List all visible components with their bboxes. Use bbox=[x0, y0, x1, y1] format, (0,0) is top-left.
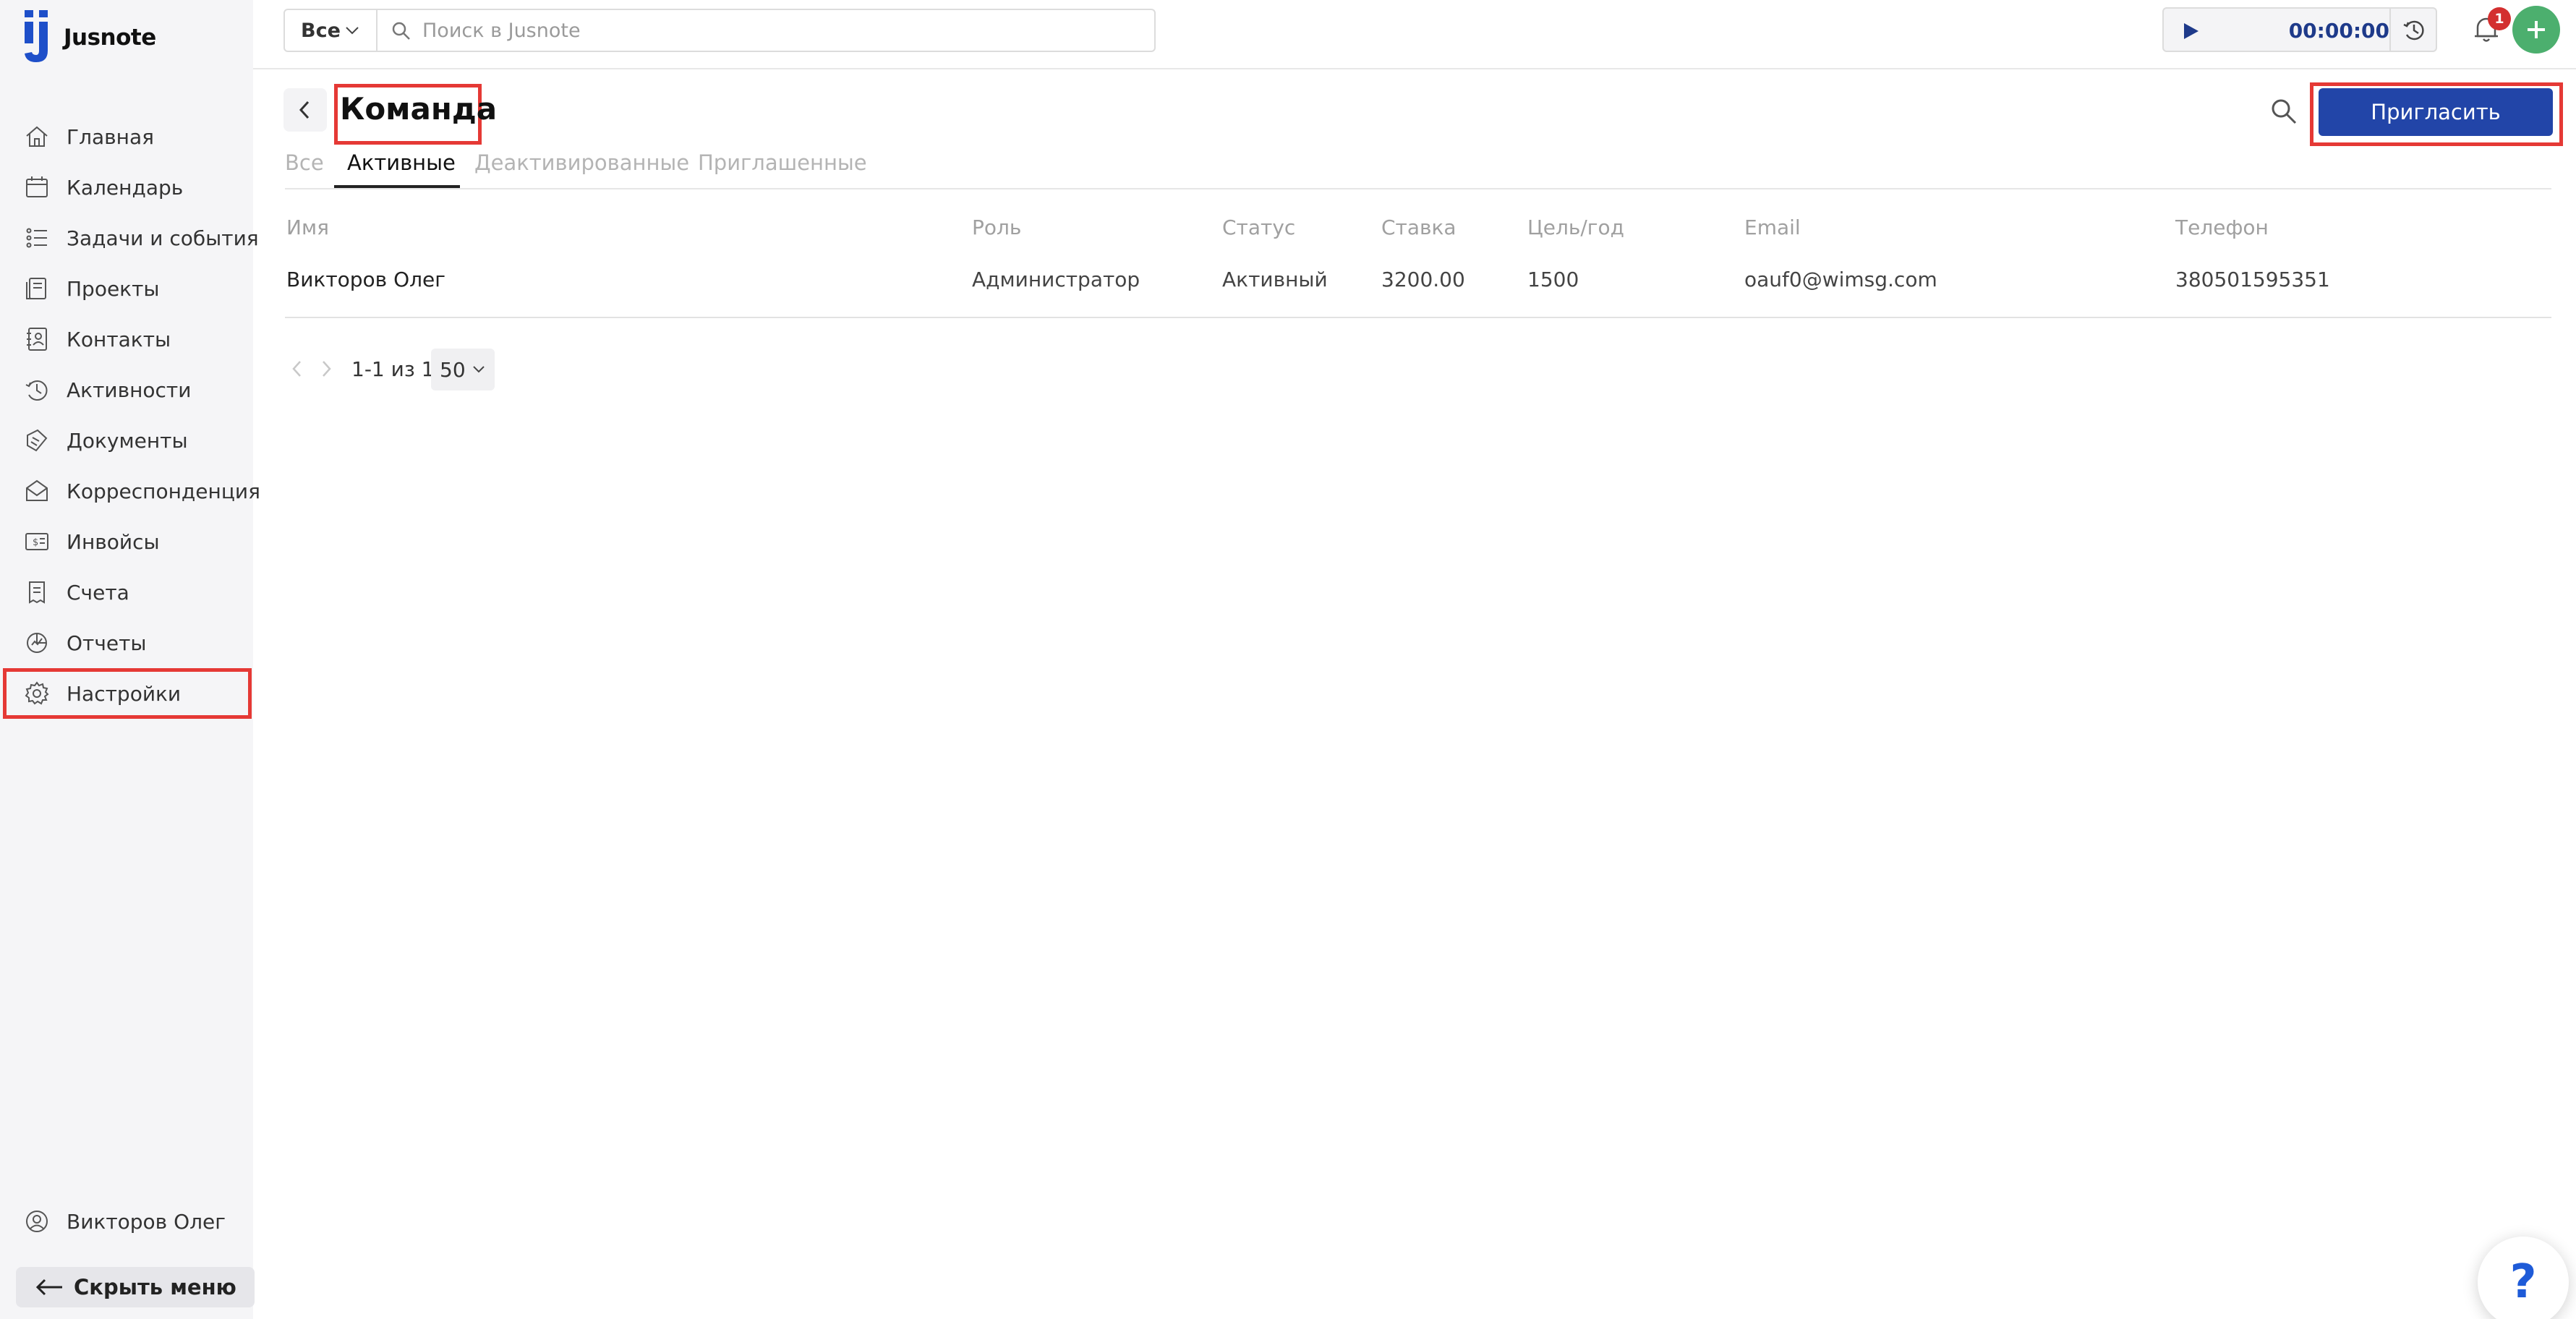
tab-invited[interactable]: Приглашенные bbox=[698, 150, 867, 188]
invite-button[interactable]: Пригласить bbox=[2319, 88, 2553, 136]
chevron-left-icon bbox=[299, 101, 310, 119]
prev-page-icon[interactable] bbox=[289, 359, 305, 379]
svg-text:$: $ bbox=[33, 537, 38, 548]
sidebar: Jusnote Главная Календарь Задачи и событ… bbox=[0, 0, 260, 1319]
next-page-icon[interactable] bbox=[318, 359, 334, 379]
topbar: Все 00:00:00 1 bbox=[253, 0, 2576, 69]
page-range: 1-1 из 1 bbox=[351, 357, 435, 381]
question-icon: ? bbox=[2509, 1255, 2537, 1309]
back-button[interactable] bbox=[283, 88, 327, 132]
invoice-icon: $ bbox=[23, 528, 51, 555]
hide-menu-button[interactable]: Скрыть меню bbox=[16, 1267, 255, 1307]
cell-status: Активный bbox=[1222, 268, 1328, 291]
column-header-email[interactable]: Email bbox=[1744, 215, 1801, 239]
documents-icon bbox=[23, 427, 51, 454]
gear-icon bbox=[23, 680, 51, 707]
global-search: Все bbox=[283, 9, 1156, 52]
cell-email: oauf0@wimsg.com bbox=[1744, 268, 1937, 291]
column-header-rate[interactable]: Ставка bbox=[1381, 215, 1457, 239]
sidebar-item-reports[interactable]: Отчеты bbox=[0, 618, 253, 668]
cell-phone: 380501595351 bbox=[2175, 268, 2330, 291]
search-input[interactable] bbox=[422, 14, 1131, 46]
user-avatar-icon bbox=[23, 1208, 51, 1235]
sidebar-item-activity[interactable]: Активности bbox=[0, 364, 253, 415]
column-header-phone[interactable]: Телефон bbox=[2175, 215, 2269, 239]
sidebar-item-projects[interactable]: Проекты bbox=[0, 263, 253, 314]
search-icon[interactable] bbox=[2269, 97, 2298, 126]
reports-icon bbox=[23, 629, 51, 657]
sidebar-item-contacts[interactable]: Контакты bbox=[0, 314, 253, 364]
search-scope-select[interactable]: Все bbox=[285, 10, 378, 51]
cell-goal: 1500 bbox=[1527, 268, 1579, 291]
logo[interactable]: Jusnote bbox=[22, 10, 156, 65]
search-icon bbox=[392, 22, 410, 40]
tabs-divider bbox=[285, 188, 2551, 189]
history-icon bbox=[2403, 20, 2424, 40]
logo-text: Jusnote bbox=[64, 25, 156, 51]
timer-value: 00:00:00 bbox=[2288, 19, 2389, 43]
timer-history-button[interactable] bbox=[2389, 9, 2436, 51]
sidebar-item-tasks[interactable]: Задачи и события bbox=[0, 213, 259, 263]
chevron-down-icon bbox=[473, 366, 485, 373]
mail-icon bbox=[23, 477, 51, 505]
sidebar-item-home[interactable]: Главная bbox=[0, 111, 253, 162]
help-button[interactable]: ? bbox=[2478, 1237, 2569, 1319]
bills-icon bbox=[23, 579, 51, 606]
projects-icon bbox=[23, 275, 51, 302]
column-header-name[interactable]: Имя bbox=[286, 215, 329, 239]
tasks-icon bbox=[23, 224, 51, 252]
arrow-left-icon bbox=[35, 1279, 62, 1296]
column-header-role[interactable]: Роль bbox=[972, 215, 1021, 239]
cell-name[interactable]: Викторов Олег bbox=[286, 268, 445, 291]
tab-deactivated[interactable]: Деактивированные bbox=[474, 150, 689, 188]
home-icon bbox=[23, 123, 51, 150]
column-header-status[interactable]: Статус bbox=[1222, 215, 1295, 239]
tab-active[interactable]: Активные bbox=[347, 150, 456, 188]
contacts-icon bbox=[23, 325, 51, 353]
chevron-down-icon bbox=[346, 27, 359, 35]
calendar-icon bbox=[23, 174, 51, 201]
sidebar-item-bills[interactable]: Счета bbox=[0, 567, 253, 618]
timer: 00:00:00 bbox=[2162, 7, 2437, 52]
plus-icon bbox=[2528, 21, 2545, 38]
page-title: Команда bbox=[340, 91, 498, 127]
tab-all[interactable]: Все bbox=[285, 150, 324, 188]
sidebar-item-calendar[interactable]: Календарь bbox=[0, 162, 253, 213]
sidebar-item-invoices[interactable]: $ Инвойсы bbox=[0, 516, 253, 567]
add-button[interactable] bbox=[2512, 6, 2560, 54]
jusnote-logo-icon bbox=[25, 10, 48, 62]
cell-role: Администратор bbox=[972, 268, 1140, 291]
notification-badge: 1 bbox=[2488, 7, 2511, 30]
page-size-select[interactable]: 50 bbox=[431, 349, 495, 390]
sidebar-item-settings[interactable]: Настройки bbox=[3, 668, 252, 719]
sidebar-item-correspondence[interactable]: Корреспонденция bbox=[0, 466, 260, 516]
row-divider bbox=[285, 317, 2551, 318]
cell-rate: 3200.00 bbox=[1381, 268, 1465, 291]
sidebar-item-documents[interactable]: Документы bbox=[0, 415, 253, 466]
activity-icon bbox=[23, 376, 51, 404]
sidebar-user[interactable]: Викторов Олег bbox=[0, 1196, 253, 1247]
column-header-goal[interactable]: Цель/год bbox=[1527, 215, 1624, 239]
